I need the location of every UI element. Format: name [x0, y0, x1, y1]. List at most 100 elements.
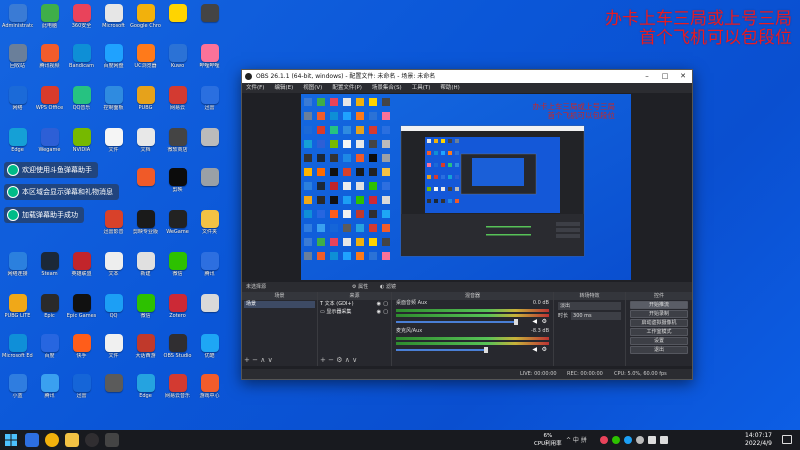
desktop-icon[interactable]: Bandicam [66, 44, 97, 76]
notification-toast[interactable]: 本区域会显示弹幕和礼物消息 [4, 184, 119, 200]
desktop-icon[interactable] [194, 294, 225, 326]
desktop-icon[interactable]: 迅雷影音 [98, 210, 129, 242]
speaker-icon[interactable]: ◀ [532, 318, 537, 325]
desktop-icon[interactable]: 微软商店 [162, 128, 193, 160]
desktop-icon[interactable]: 腾讯 [34, 374, 65, 406]
down-icon[interactable]: ∨ [268, 356, 273, 364]
duration-input[interactable]: 300 ms [571, 312, 621, 320]
desktop-icon[interactable]: WPS Office [34, 86, 65, 118]
close-icon[interactable]: ✕ [674, 70, 692, 83]
desktop-icon[interactable]: Edge [2, 128, 33, 160]
desktop-icon[interactable]: 微信 [162, 252, 193, 284]
desktop-icon[interactable]: Google Chrome [130, 4, 161, 36]
tray-app-icon[interactable] [612, 436, 620, 444]
menu-profile[interactable]: 配置文件(P) [332, 83, 362, 93]
transition-select[interactable]: 淡出 [558, 302, 621, 310]
desktop-icon[interactable]: Edge [130, 374, 161, 406]
notification-center-icon[interactable] [782, 435, 792, 444]
desktop-icon[interactable]: 优酷 [194, 334, 225, 366]
desktop-icon[interactable] [162, 4, 193, 36]
tray-app-icon[interactable] [624, 436, 632, 444]
desktop-icon[interactable]: 网易云音乐 [162, 374, 193, 406]
desktop-icon[interactable]: Microsoft [98, 4, 129, 36]
clock[interactable]: 14:07:17 2022/4/9 [745, 432, 772, 448]
desktop-icon[interactable]: 哔哩哔哩 [194, 44, 225, 76]
chrome-icon[interactable] [45, 433, 59, 447]
start-virtual-camera-button[interactable]: 启动虚拟摄像机 [630, 319, 688, 327]
desktop-icon[interactable]: WeGame [162, 210, 193, 242]
desktop-icon[interactable]: 文档 [130, 128, 161, 160]
visibility-eye-icon[interactable]: ◉ [377, 309, 381, 316]
up-icon[interactable]: ∧ [345, 356, 350, 364]
desktop-icon[interactable]: 快手 [66, 334, 97, 366]
desktop-icon[interactable]: PUBG [130, 86, 161, 118]
start-streaming-button[interactable]: 开始推流 [630, 301, 688, 309]
menu-file[interactable]: 文件(F) [246, 83, 264, 93]
desktop-icon[interactable]: 剪映专业版 [130, 210, 161, 242]
filters-button[interactable]: ◐ 滤镜 [380, 282, 396, 292]
system-tray[interactable]: ^ 中 拼 [566, 435, 587, 444]
start-recording-button[interactable]: 开始录制 [630, 310, 688, 318]
volume-slider[interactable]: ◀ ⚙ [396, 318, 549, 325]
scene-item[interactable]: 场景 [244, 301, 315, 308]
desktop-icon[interactable]: 回收站 [2, 44, 33, 76]
desktop-icon[interactable]: 文本 [98, 252, 129, 284]
desktop-icon[interactable]: Zotero [162, 294, 193, 326]
tray-app-icon[interactable] [600, 436, 608, 444]
desktop-icon[interactable]: 网络连接 [2, 252, 33, 284]
desktop-icon[interactable]: UC浏览器 [130, 44, 161, 76]
desktop-icon[interactable]: Epic [34, 294, 65, 326]
desktop-icon[interactable] [130, 168, 161, 200]
desktop-icon[interactable]: Administrator [2, 4, 33, 36]
visibility-eye-icon[interactable]: ◉ [377, 301, 381, 308]
desktop-icon[interactable]: 微信 [130, 294, 161, 326]
notification-toast[interactable]: 加载弹幕助手成功 [4, 207, 84, 223]
desktop-icon[interactable]: NVIDIA [66, 128, 97, 160]
menu-view[interactable]: 视图(V) [303, 83, 322, 93]
desktop-icon[interactable]: Steam [34, 252, 65, 284]
properties-button[interactable]: ⚙ 属性 [352, 282, 368, 292]
remove-icon[interactable]: − [252, 356, 258, 364]
desktop-icon[interactable]: OBS Studio [162, 334, 193, 366]
gear-icon[interactable]: ⚙ [542, 318, 547, 325]
speaker-icon[interactable]: ◀ [532, 346, 537, 353]
desktop-icon[interactable] [194, 128, 225, 160]
obs-window[interactable]: OBS 26.1.1 (64-bit, windows) - 配置文件: 未命名… [241, 69, 693, 380]
add-icon[interactable]: + [320, 356, 326, 364]
source-item[interactable]: ▭ 显示器采集 ◉ ▢ [320, 309, 389, 316]
desktop-icon[interactable] [194, 4, 225, 36]
desktop-icon[interactable]: 360安全 [66, 4, 97, 36]
volume-icon[interactable] [660, 436, 668, 444]
desktop-icon[interactable]: 网络 [2, 86, 33, 118]
desktop-icon[interactable]: 腾讯 [194, 252, 225, 284]
desktop-icon[interactable]: 百度 [34, 334, 65, 366]
desktop-icon[interactable] [98, 374, 129, 406]
desktop-icon[interactable]: 此电脑 [34, 4, 65, 36]
down-icon[interactable]: ∨ [352, 356, 357, 364]
desktop-icon[interactable]: Microsoft Edge [2, 334, 33, 366]
settings-icon[interactable]: ⚙ [336, 356, 342, 364]
desktop-icon[interactable]: QQ [98, 294, 129, 326]
desktop-icon[interactable]: 新建 [130, 252, 161, 284]
desktop-icon[interactable]: 英雄联盟 [66, 252, 97, 284]
taskbar-app-icon[interactable] [25, 433, 39, 447]
desktop-icon[interactable]: 大话西游 [130, 334, 161, 366]
desktop-icon[interactable]: 小蓝 [2, 374, 33, 406]
source-item[interactable]: T 文本 (GDI+) ◉ ▢ [320, 301, 389, 308]
desktop-icon[interactable]: 迅雷 [194, 86, 225, 118]
add-icon[interactable]: + [244, 356, 250, 364]
desktop-icon[interactable]: 游戏中心 [194, 374, 225, 406]
desktop-icon[interactable]: 百度网盘 [98, 44, 129, 76]
desktop-icon[interactable]: Kuwo [162, 44, 193, 76]
studio-mode-button[interactable]: 工作室模式 [630, 328, 688, 336]
up-icon[interactable]: ∧ [260, 356, 265, 364]
desktop-icon[interactable]: 控制面板 [98, 86, 129, 118]
menu-tools[interactable]: 工具(T) [412, 83, 431, 93]
lock-icon[interactable]: ▢ [383, 301, 388, 308]
maximize-icon[interactable]: □ [656, 70, 674, 83]
volume-slider[interactable]: ◀ ⚙ [396, 346, 549, 353]
gear-icon[interactable]: ⚙ [542, 346, 547, 353]
desktop-icon[interactable]: Wegame [34, 128, 65, 160]
exit-button[interactable]: 退出 [630, 346, 688, 354]
remove-icon[interactable]: − [328, 356, 334, 364]
